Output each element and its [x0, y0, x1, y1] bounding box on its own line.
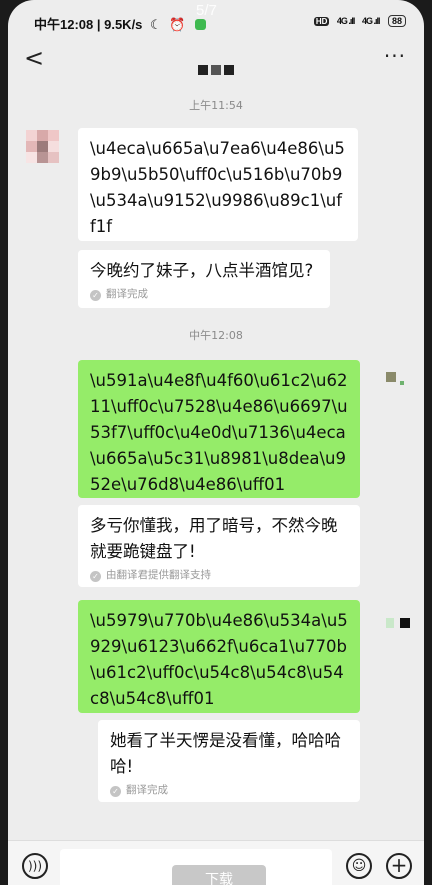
message-bubble-right[interactable]: \u591a\u4e8f\u4f60\u61c2\u6211\uff0c\u75…	[78, 360, 360, 498]
my-avatar[interactable]	[386, 364, 416, 394]
translation-note: ✓ 翻译完成	[90, 286, 318, 302]
back-button[interactable]: <	[24, 44, 44, 72]
check-icon: ✓	[90, 571, 101, 582]
chat-title-redacted	[198, 60, 237, 79]
chat-screen: 中午12:08 | 9.5K/s ☾ ⏰ HD 4G .ıll 4G .ıll …	[8, 0, 424, 885]
alarm-icon: ⏰	[169, 17, 186, 32]
battery-icon: 88	[387, 15, 406, 27]
translation-text: 今晚约了妹子，八点半酒馆见?	[90, 261, 314, 280]
translation-note: ✓ 由翻译君提供翻译支持	[90, 567, 348, 583]
translation-bubble[interactable]: 多亏你懂我，用了暗号，不然今晚就要跪键盘了! ✓ 由翻译君提供翻译支持	[78, 505, 360, 587]
emoji-icon[interactable]: ☺	[346, 853, 372, 879]
signal-icon-2: 4G .ıll	[361, 16, 380, 26]
status-time: 中午12:08 | 9.5K/s ☾ ⏰	[34, 14, 207, 33]
timestamp: 中午12:08	[189, 329, 243, 342]
translation-bubble[interactable]: 今晚约了妹子，八点半酒馆见? ✓ 翻译完成	[78, 250, 330, 308]
my-avatar[interactable]	[386, 612, 416, 642]
translation-text: 多亏你懂我，用了暗号，不然今晚就要跪键盘了!	[90, 516, 338, 561]
message-bubble-left[interactable]: \u4eca\u665a\u7ea6\u4e86\u59b9\u5b50\uff…	[78, 128, 358, 241]
status-time-speed: 中午12:08 | 9.5K/s	[34, 17, 143, 32]
input-bar: ))) ☺ + 下载	[8, 840, 424, 885]
more-button[interactable]: ···	[384, 44, 406, 68]
status-right: HD 4G .ıll 4G .ıll 88	[313, 15, 406, 27]
page-indicator: 5/7	[196, 2, 217, 19]
chat-header: < ···	[8, 40, 424, 80]
contact-avatar[interactable]	[26, 130, 70, 174]
timestamp: 上午11:54	[189, 99, 243, 112]
hd-icon: HD	[313, 17, 330, 26]
translation-text: 她看了半天愣是没看懂，哈哈哈哈!	[110, 731, 341, 776]
check-icon: ✓	[110, 786, 121, 797]
message-bubble-right[interactable]: \u5979\u770b\u4e86\u534a\u5929\u6123\u66…	[78, 600, 360, 713]
plus-icon[interactable]: +	[386, 853, 412, 879]
moon-icon: ☾	[150, 17, 162, 32]
app-notification-icon	[195, 19, 207, 30]
download-button[interactable]: 下载	[172, 865, 266, 885]
check-icon: ✓	[90, 290, 101, 301]
translation-note: ✓ 翻译完成	[110, 782, 348, 798]
signal-icon-1: 4G .ıll	[336, 16, 355, 26]
translation-bubble[interactable]: 她看了半天愣是没看懂，哈哈哈哈! ✓ 翻译完成	[98, 720, 360, 802]
voice-icon[interactable]: )))	[22, 853, 48, 879]
